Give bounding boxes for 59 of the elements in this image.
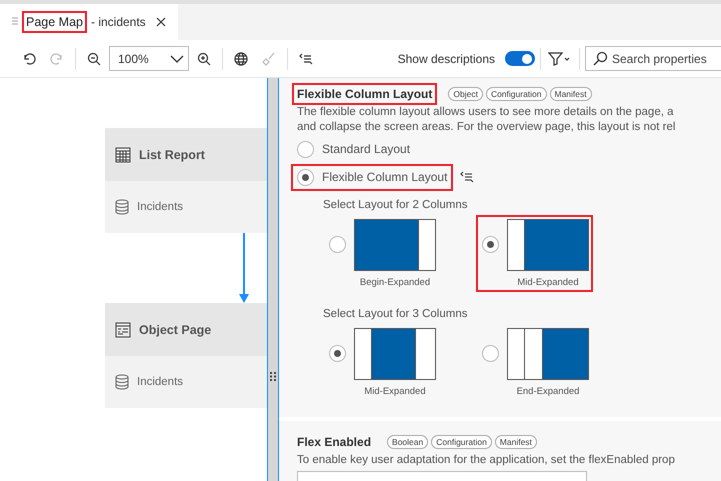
show-descriptions-label: Show descriptions (398, 52, 495, 66)
layout-preview[interactable] (354, 328, 436, 380)
property-description: and collapse the screen areas. For the overview page, this layout is not rel (297, 120, 676, 135)
group-label: Select Layout for 3 Columns (323, 308, 468, 320)
property-title: Flexible Column Layout (292, 83, 438, 105)
property-tag: Object (448, 87, 483, 101)
outline-icon[interactable] (459, 170, 476, 184)
radio-button[interactable] (482, 236, 499, 253)
page-node-title: List Report (139, 148, 205, 162)
radio-label: Standard Layout (322, 142, 410, 156)
group-label: Select Layout for 2 Columns (323, 199, 468, 211)
database-icon (115, 199, 129, 215)
grip-icon (12, 17, 18, 27)
property-tag: Manifest (550, 87, 592, 101)
entity-name: Incidents (137, 201, 184, 213)
database-icon (115, 374, 129, 390)
chevron-icon (170, 54, 184, 62)
layout-caption: Mid-Expanded (517, 277, 579, 288)
grip-icon (270, 372, 276, 381)
search-field[interactable]: Search properties (585, 46, 721, 71)
radio-button[interactable] (297, 168, 314, 186)
entity-row[interactable]: Incidents (105, 181, 267, 233)
property-title: Flex Enabled (296, 434, 372, 451)
property-description: The flexible column layout allows users to see more details on the page, a (297, 105, 674, 120)
zoom-dropdown[interactable]: 100% (109, 46, 189, 71)
close-icon[interactable] (156, 17, 166, 27)
radio-button[interactable] (297, 140, 314, 158)
property-tag: Manifest (494, 435, 537, 449)
entity-name: Incidents (137, 376, 184, 388)
editor-tab[interactable]: Page Map - incidents (0, 4, 178, 40)
page-node-header[interactable]: Object Page (105, 303, 267, 356)
form-icon (115, 322, 131, 338)
tab-title: Page Map (22, 11, 87, 33)
layout-caption: Mid-Expanded (364, 386, 426, 397)
page-node-header[interactable]: List Report (105, 128, 267, 181)
table-icon (115, 146, 131, 162)
layout-caption: End-Expanded (516, 386, 580, 397)
radio-label: Flexible Column Layout (322, 170, 448, 184)
layout-preview[interactable] (507, 328, 589, 380)
navigation-arrow (239, 233, 249, 304)
tab-subtitle: - incidents (90, 15, 146, 29)
layout-preview[interactable] (507, 219, 589, 271)
page-node-title: Object Page (139, 322, 212, 336)
entity-row[interactable]: Incidents (105, 356, 267, 408)
property-tag: Configuration (486, 87, 546, 101)
property-tag: Configuration (431, 435, 492, 449)
search-input[interactable]: Search properties (612, 52, 718, 66)
radio-button[interactable] (482, 345, 499, 362)
layout-radio[interactable]: Flexible Column Layout (291, 164, 454, 190)
radio-button[interactable] (329, 236, 346, 253)
layout-preview[interactable] (354, 219, 436, 271)
property-tag: Boolean (387, 435, 428, 449)
input-field[interactable] (297, 471, 587, 481)
descriptions-toggle[interactable] (505, 51, 535, 66)
layout-radio[interactable]: Standard Layout (291, 136, 416, 162)
search-icon (592, 50, 608, 66)
radio-button[interactable] (329, 345, 346, 362)
property-description: To enable key user adaptation for the application, set the flexEnabled prop (297, 453, 675, 468)
layout-caption: Begin-Expanded (360, 277, 430, 288)
